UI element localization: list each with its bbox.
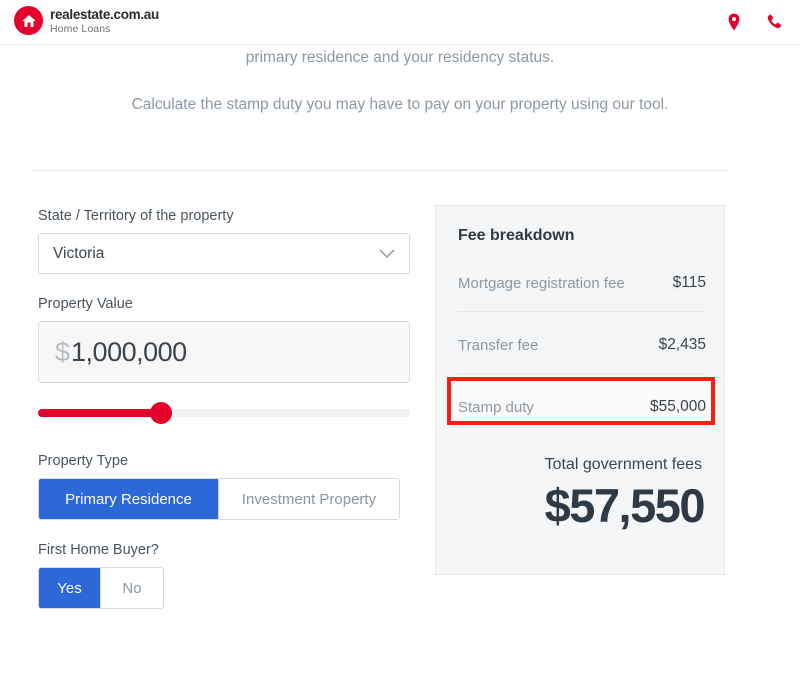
first-home-buyer-label: First Home Buyer? bbox=[38, 542, 159, 558]
fee-row-transfer-fee: Transfer fee $2,435 bbox=[458, 336, 706, 354]
total-government-fees-value: $57,550 bbox=[544, 479, 706, 532]
fee-row-divider bbox=[458, 311, 706, 312]
fee-value: $2,435 bbox=[658, 336, 706, 353]
fee-row-stamp-duty: Stamp duty $55,000 bbox=[458, 398, 706, 416]
currency-symbol: $ bbox=[55, 336, 71, 367]
state-select-value: Victoria bbox=[53, 244, 105, 262]
property-type-option-investment-property[interactable]: Investment Property bbox=[219, 479, 399, 519]
fee-label: Transfer fee bbox=[458, 336, 539, 354]
property-type-toggle-group: Primary Residence Investment Property bbox=[38, 478, 400, 520]
property-value-input[interactable]: $ 1,000,000 bbox=[38, 321, 410, 383]
first-home-buyer-toggle-group: Yes No bbox=[38, 567, 164, 609]
slider-fill bbox=[38, 409, 164, 417]
fee-label: Stamp duty bbox=[458, 398, 534, 416]
state-field-label: State / Territory of the property bbox=[38, 208, 234, 224]
phone-icon[interactable] bbox=[764, 12, 784, 32]
first-home-buyer-option-no[interactable]: No bbox=[101, 568, 163, 608]
house-in-circle-icon bbox=[14, 6, 43, 35]
logo-text: realestate.com.au Home Loans bbox=[50, 7, 159, 34]
logo-brand: realestate.com.au bbox=[50, 7, 159, 22]
fee-value: $115 bbox=[672, 274, 706, 291]
intro-line-2: Calculate the stamp duty you may have to… bbox=[131, 96, 669, 113]
fee-label: Mortgage registration fee bbox=[458, 274, 625, 292]
total-government-fees-label: Total government fees bbox=[544, 456, 702, 473]
location-pin-icon[interactable] bbox=[724, 12, 744, 32]
fee-value: $55,000 bbox=[649, 398, 706, 415]
intro-line-1: primary residence and your residency sta… bbox=[245, 49, 555, 66]
chevron-down-icon bbox=[378, 247, 396, 265]
slider-thumb[interactable] bbox=[150, 402, 172, 424]
site-header: realestate.com.au Home Loans bbox=[0, 0, 800, 45]
property-type-label: Property Type bbox=[38, 453, 129, 469]
section-divider bbox=[32, 170, 730, 171]
fee-row-divider bbox=[458, 373, 706, 374]
header-icon-group bbox=[724, 12, 784, 32]
logo-subtitle: Home Loans bbox=[50, 22, 111, 35]
property-value-label: Property Value bbox=[38, 296, 133, 312]
stamp-duty-form: State / Territory of the property Victor… bbox=[38, 208, 410, 609]
property-value-slider[interactable] bbox=[38, 400, 410, 426]
fee-row-mortgage-registration-fee: Mortgage registration fee $115 bbox=[458, 274, 706, 292]
property-type-option-primary-residence[interactable]: Primary Residence bbox=[39, 479, 219, 519]
state-select[interactable]: Victoria bbox=[38, 233, 410, 274]
intro-copy: primary residence and your residency sta… bbox=[0, 45, 800, 114]
property-value-amount: 1,000,000 bbox=[71, 336, 187, 367]
fee-breakdown-panel: Fee breakdown Mortgage registration fee … bbox=[435, 205, 725, 575]
fee-breakdown-title: Fee breakdown bbox=[458, 227, 575, 244]
site-logo[interactable]: realestate.com.au Home Loans bbox=[14, 6, 159, 35]
first-home-buyer-option-yes[interactable]: Yes bbox=[39, 568, 101, 608]
